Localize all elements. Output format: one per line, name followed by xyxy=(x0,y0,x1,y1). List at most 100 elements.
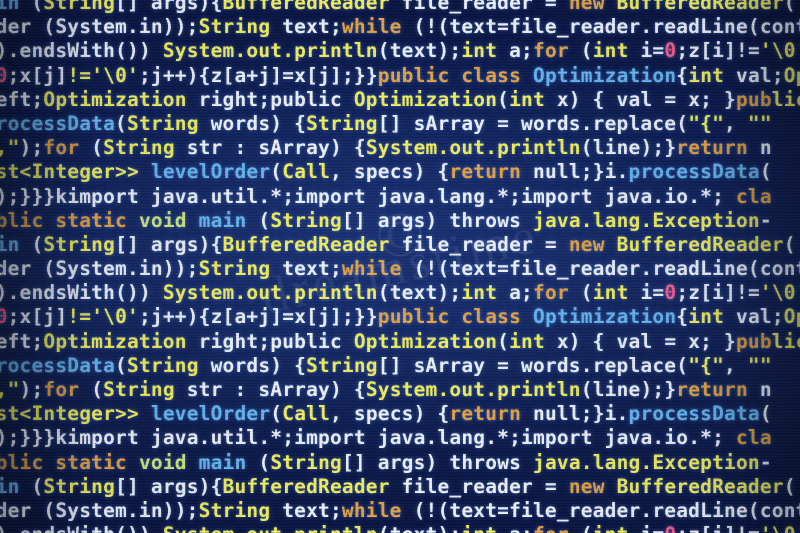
code-token: lic Optimiza xyxy=(771,329,800,353)
code-token: import xyxy=(294,184,366,208)
code-token: val; xyxy=(724,63,784,87)
code-token: List<Integer>> xyxy=(0,402,139,426)
code-token: processData xyxy=(628,402,760,426)
code-token: "{" xyxy=(688,353,725,377)
code-line: tents)).endsWith()) System.out.println(t… xyxy=(0,281,800,305)
code-token: tents)). xyxy=(0,39,20,63)
code-token: null;}i. xyxy=(521,402,629,426)
code-token: ( xyxy=(115,111,127,135)
code-token: Optimiza xyxy=(783,305,800,329)
code-token: main xyxy=(0,0,20,14)
code-token: import xyxy=(67,184,139,208)
code-line: ,7,#}");}}}kimport java.util.*;import ja… xyxy=(0,426,800,450)
code-token: ( xyxy=(31,0,44,14)
code-token: [] args) throws xyxy=(341,208,534,232)
code-token: (text); xyxy=(377,281,462,305)
code-token: return xyxy=(676,378,748,401)
code-token: , xyxy=(724,353,748,377)
code-line: tents)).endsWith()) System.out.println(t… xyxy=(0,39,800,63)
code-token: str : sArray) { xyxy=(174,136,366,160)
code-token: - xyxy=(759,208,772,232)
code-token: int xyxy=(509,329,545,353)
code-token: ( xyxy=(497,87,510,111)
code-token: BufferedReader xyxy=(616,0,784,14)
code-token: ( xyxy=(31,474,44,498)
code-token: k xyxy=(55,426,68,450)
code-token: String xyxy=(270,208,342,232)
code-token: lic Optimiza xyxy=(771,87,800,111)
code-token: int xyxy=(509,87,545,111)
code-token: ()) xyxy=(115,39,163,63)
code-token: ;z[i]!= xyxy=(676,523,760,533)
code-token: System.out.println xyxy=(162,39,378,63)
code-token: tents)). xyxy=(0,281,20,305)
code-token: endsWith xyxy=(19,281,116,305)
code-token: x) { val = x; } xyxy=(544,87,736,111)
code-token: a; xyxy=(497,281,533,305)
code-token: Optimization xyxy=(353,329,498,353)
code-token: String xyxy=(306,353,378,377)
code-line: eamReader (System.in));String text;while… xyxy=(0,15,800,39)
code-token: public class xyxy=(377,305,522,329)
code-token: , specs) { xyxy=(330,402,450,426)
code-token: i= xyxy=(628,281,665,305)
code-line: ist<List<Integer>> levelOrder(Call, spec… xyxy=(0,402,800,426)
code-token: [] args){ xyxy=(115,232,223,256)
code-token: levelOrder xyxy=(150,160,271,184)
code-token: str : sArray) { xyxy=(174,378,366,401)
code-token: "," xyxy=(0,136,20,160)
code-line: eamReader (System.in));String text;while… xyxy=(0,257,800,281)
code-listing: oid main (String[] args){BufferedReader … xyxy=(0,0,800,533)
code-token: (line);} xyxy=(580,136,677,160)
code-token: ,7,#}");}}} xyxy=(0,426,56,450)
code-token: main xyxy=(0,232,20,256)
code-token: BufferedReader xyxy=(222,0,390,14)
code-token: ;j++){z[a+j]=x[j];}} xyxy=(138,305,378,329)
code-token: [] sArray = words.replace( xyxy=(377,111,689,135)
code-token: String xyxy=(127,353,199,377)
code-token: Optimization xyxy=(533,305,677,329)
code-token: int xyxy=(461,39,498,63)
code-token: [] args){ xyxy=(115,0,223,14)
code-token: contents)).endsWith xyxy=(759,15,800,39)
code-token: Optimiza xyxy=(783,63,800,87)
code-token: file_reader = xyxy=(389,232,569,256)
code-token: '\0' xyxy=(759,281,800,305)
code-token: (line);} xyxy=(580,378,677,401)
code-token: 0 xyxy=(0,305,8,329)
code-token: words) { xyxy=(198,111,307,135)
code-token: (!(text=file_reader.readLine( xyxy=(401,498,760,522)
code-token: k xyxy=(55,184,68,208)
code-token: ( xyxy=(270,160,283,184)
code-token: public static xyxy=(0,450,127,474)
code-token: for xyxy=(43,378,80,401)
code-token: i= xyxy=(628,39,665,63)
code-token: pub xyxy=(735,329,772,353)
code-token: import xyxy=(521,184,593,208)
code-token: for xyxy=(533,281,569,305)
code-token: String xyxy=(198,257,271,281)
code-token: processData xyxy=(628,160,760,184)
code-token: void xyxy=(138,450,187,474)
code-token: endsWith xyxy=(19,39,116,63)
code-token: ( xyxy=(79,378,104,401)
code-token: text; xyxy=(270,15,342,39)
code-token: ); xyxy=(19,136,44,160)
code-token: System.out.println xyxy=(162,281,378,305)
code-token: String xyxy=(127,111,199,135)
code-token: ;z[i]!= xyxy=(676,281,760,305)
code-token: java.io.*; xyxy=(592,426,736,450)
code-token: String xyxy=(43,474,116,498)
code-token: ;x[j] xyxy=(7,305,68,329)
code-token: levelOrder xyxy=(150,402,271,426)
code-token: x) { val = x; } xyxy=(544,329,736,353)
code-token: (text); xyxy=(377,39,462,63)
code-token: text; xyxy=(270,498,342,522)
